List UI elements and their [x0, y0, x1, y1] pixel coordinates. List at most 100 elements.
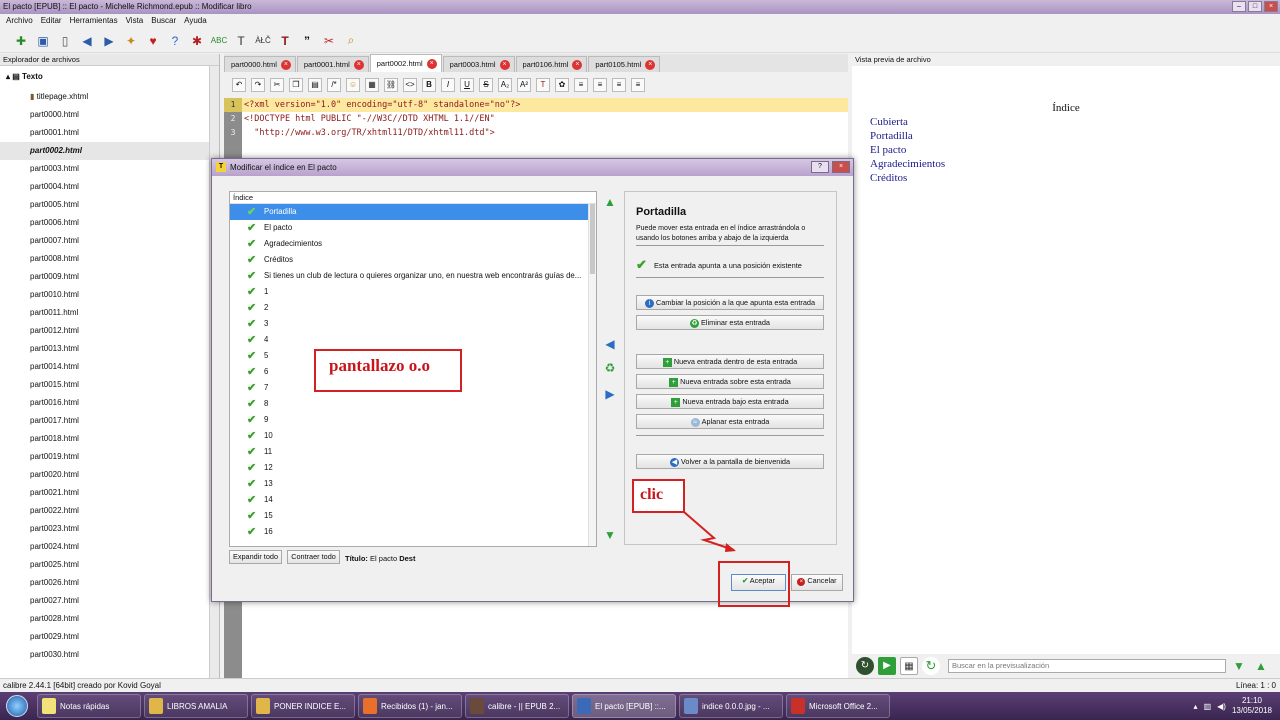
wand-icon[interactable]: ✦ [122, 32, 140, 50]
heart-icon[interactable]: ♥ [144, 32, 162, 50]
superscript-icon[interactable]: A² [517, 78, 531, 92]
remove-icon[interactable]: ✂ [320, 32, 338, 50]
toc-entry[interactable]: ✔ 11 [230, 444, 596, 460]
close-window-button[interactable]: × [1264, 1, 1278, 12]
file-item[interactable]: part0002.html [0, 142, 219, 160]
file-item[interactable]: part0008.html [0, 250, 219, 268]
file-item[interactable]: part0004.html [0, 178, 219, 196]
quotes-icon[interactable]: ” [298, 32, 316, 50]
preview-link[interactable]: Créditos [870, 172, 907, 184]
toc-entry[interactable]: ✔ Si tienes un club de lectura o quieres … [230, 268, 596, 284]
subscript-icon[interactable]: A₂ [498, 78, 512, 92]
redo-icon[interactable]: ↷ [251, 78, 265, 92]
menu-buscar[interactable]: Buscar [151, 14, 176, 28]
copy-icon[interactable]: ❐ [289, 78, 303, 92]
refresh-preview-icon[interactable]: ↻ [856, 657, 874, 675]
save-icon[interactable]: ▣ [34, 32, 52, 50]
toc-entry[interactable]: ✔ 4 [230, 332, 596, 348]
taskbar-item[interactable]: PONER INDICE E... [251, 694, 355, 718]
spellcheck-icon[interactable]: ABC [210, 32, 228, 50]
palette-icon[interactable]: ✿ [555, 78, 569, 92]
close-tab-icon[interactable]: × [280, 59, 291, 70]
taskbar-item[interactable]: El pacto [EPUB] ::... [572, 694, 676, 718]
help-icon[interactable]: ? [166, 32, 184, 50]
bug-icon[interactable]: ✱ [188, 32, 206, 50]
editor-tab[interactable]: part0003.html × [442, 56, 515, 72]
toc-entry[interactable]: ✔ 16 [230, 524, 596, 540]
file-item[interactable]: part0027.html [0, 592, 219, 610]
search-up-icon[interactable]: ▲ [1252, 657, 1270, 675]
toc-entry[interactable]: ✔ Portadilla [230, 204, 596, 220]
explorer-root-text[interactable]: ▴ ▤ Texto [0, 66, 219, 88]
toc-entry[interactable]: ✔ 2 [230, 300, 596, 316]
close-tab-icon[interactable]: × [353, 59, 364, 70]
new-inside-button[interactable]: + Nueva entrada dentro de esta entrada [636, 354, 824, 369]
toc-entry[interactable]: ✔ 15 [230, 508, 596, 524]
preview-link[interactable]: El pacto [870, 144, 906, 156]
file-item[interactable]: part0000.html [0, 106, 219, 124]
file-item[interactable]: part0014.html [0, 358, 219, 376]
file-item[interactable]: part0028.html [0, 610, 219, 628]
paste-icon[interactable]: ▤ [308, 78, 322, 92]
preview-link[interactable]: Cubierta [870, 116, 908, 128]
delete-entry-button[interactable]: ♻ Eliminar esta entrada [636, 315, 824, 330]
new-below-button[interactable]: + Nueva entrada bajo esta entrada [636, 394, 824, 409]
file-item[interactable]: part0025.html [0, 556, 219, 574]
cancel-button[interactable]: × Cancelar [791, 574, 843, 591]
taskbar-item[interactable]: Microsoft Office 2... [786, 694, 890, 718]
change-target-button[interactable]: i Cambiar la posición a la que apunta est… [636, 295, 824, 310]
move-up-button[interactable]: ▲ [599, 193, 621, 211]
code-line[interactable]: "http://www.w3.org/TR/xhtml11/DTD/xhtml1… [242, 126, 848, 140]
file-item[interactable]: part0023.html [0, 520, 219, 538]
menu-archivo[interactable]: Archivo [6, 14, 33, 28]
taskbar-item[interactable]: Notas rápidas [37, 694, 141, 718]
italic-icon[interactable]: I [441, 78, 455, 92]
clock[interactable]: 21:10 13/05/2018 [1232, 696, 1272, 716]
taskbar-item[interactable]: LIBROS AMALIA [144, 694, 248, 718]
menu-ayuda[interactable]: Ayuda [184, 14, 207, 28]
editor-tab[interactable]: part0000.html × [224, 56, 296, 72]
file-item[interactable]: part0012.html [0, 322, 219, 340]
align-right-icon[interactable]: ≡ [612, 78, 626, 92]
checkpoint-icon[interactable]: ▯ [56, 32, 74, 50]
toc-scroll-thumb[interactable] [590, 204, 595, 274]
close-tab-icon[interactable]: × [426, 58, 437, 69]
file-item[interactable]: part0007.html [0, 232, 219, 250]
file-item[interactable]: part0022.html [0, 502, 219, 520]
file-item[interactable]: part0029.html [0, 628, 219, 646]
dialog-close-button[interactable]: × [832, 161, 850, 173]
menu-vista[interactable]: Vista [126, 14, 144, 28]
toc-entry[interactable]: ✔ 10 [230, 428, 596, 444]
emoji-icon[interactable]: ☺ [346, 78, 360, 92]
preview-link[interactable]: Portadilla [870, 130, 913, 142]
file-item[interactable]: part0021.html [0, 484, 219, 502]
new-file-icon[interactable]: ✚ [12, 32, 30, 50]
expand-all-button[interactable]: Expandir todo [229, 550, 282, 564]
file-item[interactable]: part0019.html [0, 448, 219, 466]
file-item[interactable]: part0017.html [0, 412, 219, 430]
editor-tab[interactable]: part0106.html × [515, 56, 588, 72]
new-above-button[interactable]: + Nueva entrada sobre esta entrada [636, 374, 824, 389]
minimize-button[interactable]: – [1232, 1, 1246, 12]
search-down-icon[interactable]: ▼ [1230, 657, 1248, 675]
tag-icon[interactable]: <> [403, 78, 417, 92]
file-item[interactable]: part0018.html [0, 430, 219, 448]
toc-entry[interactable]: ✔ 3 [230, 316, 596, 332]
toc-entry[interactable]: ✔ Agradecimientos [230, 236, 596, 252]
font-icon[interactable]: T [232, 32, 250, 50]
preview-link[interactable]: Agradecimientos [870, 158, 945, 170]
characters-icon[interactable]: ÀŁČ [254, 32, 272, 50]
collapse-all-button[interactable]: Contraer todo [287, 550, 340, 564]
file-item[interactable]: part0020.html [0, 466, 219, 484]
menu-herramientas[interactable]: Herramientas [70, 14, 118, 28]
menu-editar[interactable]: Editar [41, 14, 62, 28]
text-color-icon[interactable]: T [536, 78, 550, 92]
editor-tab[interactable]: part0105.html × [588, 56, 661, 72]
taskbar-item[interactable]: Recibidos (1) - jan... [358, 694, 462, 718]
reload-icon[interactable]: ↻ [922, 657, 940, 675]
file-item[interactable]: part0013.html [0, 340, 219, 358]
typography-icon[interactable]: T [276, 32, 294, 50]
file-item[interactable]: part0011.html [0, 304, 219, 322]
file-item[interactable]: part0030.html [0, 646, 219, 664]
file-item[interactable]: part0001.html [0, 124, 219, 142]
